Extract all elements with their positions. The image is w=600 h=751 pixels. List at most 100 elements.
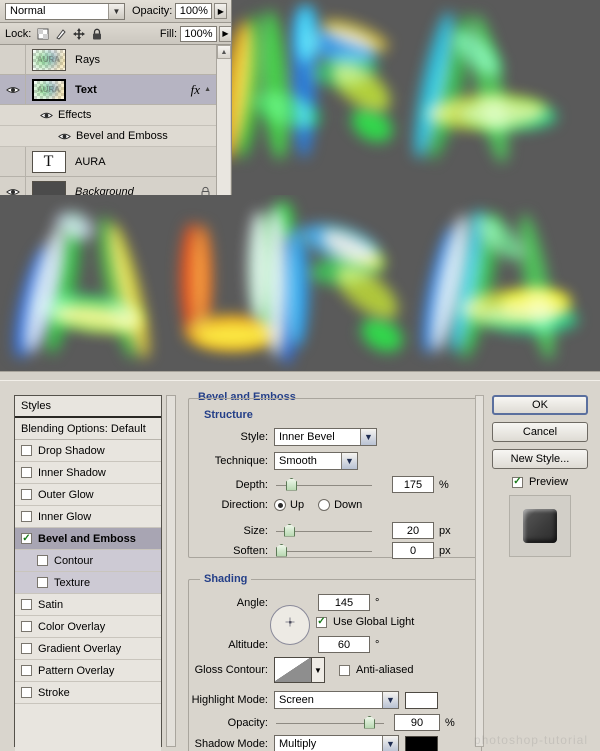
visibility-toggle-aura[interactable] <box>0 147 26 176</box>
highlight-opacity-input[interactable]: 90 <box>394 714 440 731</box>
style-item-inner-shadow[interactable]: Inner Shadow <box>15 462 161 484</box>
checkbox-satin[interactable] <box>21 599 32 610</box>
angle-input[interactable]: 145 <box>318 594 370 611</box>
checkbox-pattern-overlay[interactable] <box>21 665 32 676</box>
bevel-emboss-settings: Bevel and Emboss Structure Style: Inner … <box>184 395 486 747</box>
effects-label: Effects <box>53 109 91 121</box>
highlight-opacity-slider[interactable] <box>276 716 384 730</box>
soften-slider[interactable] <box>276 544 372 558</box>
fill-input[interactable]: 100% <box>180 26 217 42</box>
layer-row-rays[interactable]: AURA Rays <box>0 45 216 75</box>
use-global-light-row[interactable]: ✓ Use Global Light <box>316 616 414 628</box>
checkbox-color-overlay[interactable] <box>21 621 32 632</box>
direction-down-radio[interactable]: Down <box>318 499 362 511</box>
chevron-down-icon[interactable]: ▼ <box>108 4 124 19</box>
checkbox-outer-glow[interactable] <box>21 489 32 500</box>
size-input[interactable]: 20 <box>392 522 434 539</box>
visibility-toggle-background[interactable] <box>0 177 26 195</box>
visibility-toggle-rays[interactable] <box>0 45 26 74</box>
style-item-color-overlay[interactable]: Color Overlay <box>15 616 161 638</box>
layer-effects-row[interactable]: Effects <box>0 105 216 126</box>
style-item-contour[interactable]: Contour <box>15 550 161 572</box>
checkbox-inner-glow[interactable] <box>21 511 32 522</box>
chevron-down-icon[interactable]: ▼ <box>360 429 376 445</box>
size-slider[interactable] <box>276 524 372 538</box>
layer-thumbnail-text[interactable]: AURA <box>26 79 71 101</box>
chevron-down-icon[interactable]: ▼ <box>382 736 398 751</box>
checkbox-inner-shadow[interactable] <box>21 467 32 478</box>
layer-row-aura[interactable]: T AURA <box>0 147 216 177</box>
style-item-inner-glow[interactable]: Inner Glow <box>15 506 161 528</box>
preview-row[interactable]: ✓ Preview <box>492 476 588 488</box>
settings-scrollbar[interactable] <box>475 395 484 747</box>
new-style-button[interactable]: New Style... <box>492 449 588 469</box>
lock-transparent-pixels-icon[interactable] <box>37 28 49 40</box>
style-item-gradient-overlay[interactable]: Gradient Overlay <box>15 638 161 660</box>
gloss-contour-preview[interactable] <box>274 657 312 683</box>
depth-input[interactable]: 175 <box>392 476 434 493</box>
layer-row-background[interactable]: Background <box>0 177 216 195</box>
blending-options-item[interactable]: Blending Options: Default <box>15 418 161 440</box>
scroll-up-arrow-icon[interactable]: ▲ <box>217 45 231 59</box>
checkbox-preview[interactable]: ✓ <box>512 477 523 488</box>
highlight-color-swatch[interactable] <box>405 692 438 709</box>
highlight-mode-select[interactable]: Screen ▼ <box>274 691 399 709</box>
lock-image-pixels-icon[interactable] <box>55 28 67 40</box>
eye-icon[interactable] <box>58 132 71 141</box>
ok-button[interactable]: OK <box>492 395 588 415</box>
depth-slider[interactable] <box>276 478 372 492</box>
lock-all-icon[interactable] <box>91 28 103 40</box>
layers-scrollbar[interactable]: ▲ <box>216 45 230 195</box>
gloss-contour-picker[interactable]: ▼ <box>274 657 325 683</box>
layer-thumbnail-rays[interactable]: AURA <box>26 49 71 71</box>
checkbox-use-global-light[interactable]: ✓ <box>316 617 327 628</box>
lock-position-icon[interactable] <box>73 28 85 40</box>
direction-up-radio[interactable]: Up <box>274 499 304 511</box>
style-item-satin[interactable]: Satin <box>15 594 161 616</box>
bevel-style-select[interactable]: Inner Bevel ▼ <box>274 428 377 446</box>
layer-name-background: Background <box>71 186 134 196</box>
expand-effects-triangle-icon[interactable]: ▲ <box>204 86 211 93</box>
altitude-input[interactable]: 60 <box>318 636 370 653</box>
radio-down-icon[interactable] <box>318 499 330 511</box>
soften-input[interactable]: 0 <box>392 542 434 559</box>
checkbox-bevel-and-emboss[interactable]: ✓ <box>21 533 32 544</box>
checkbox-stroke[interactable] <box>21 687 32 698</box>
layer-row-text[interactable]: AURA Text fx ▲ <box>0 75 216 105</box>
style-item-pattern-overlay[interactable]: Pattern Overlay <box>15 660 161 682</box>
checkbox-drop-shadow[interactable] <box>21 445 32 456</box>
chevron-down-icon[interactable]: ▼ <box>312 657 325 683</box>
layer-opacity-input[interactable]: 100% <box>175 3 212 19</box>
eye-icon[interactable] <box>40 111 53 120</box>
document-canvas-main[interactable] <box>0 195 600 371</box>
style-item-outer-glow[interactable]: Outer Glow <box>15 484 161 506</box>
checkbox-anti-aliased[interactable] <box>339 665 350 676</box>
checkbox-gradient-overlay[interactable] <box>21 643 32 654</box>
chevron-down-icon[interactable]: ▼ <box>382 692 398 708</box>
style-item-drop-shadow[interactable]: Drop Shadow <box>15 440 161 462</box>
altitude-unit: ° <box>375 639 379 651</box>
technique-select[interactable]: Smooth ▼ <box>274 452 358 470</box>
fx-icon[interactable]: fx <box>191 82 200 98</box>
fill-stepper[interactable]: ▶ <box>219 26 232 42</box>
cancel-button[interactable]: Cancel <box>492 422 588 442</box>
highlight-opacity-label: Opacity: <box>194 717 268 729</box>
checkbox-texture[interactable] <box>37 577 48 588</box>
chevron-down-icon[interactable]: ▼ <box>341 453 357 469</box>
radio-up-icon[interactable] <box>274 499 286 511</box>
layer-thumbnail-aura[interactable]: T <box>26 151 71 173</box>
style-item-stroke[interactable]: Stroke <box>15 682 161 704</box>
checkbox-contour[interactable] <box>37 555 48 566</box>
layer-effect-bevel-emboss-row[interactable]: Bevel and Emboss <box>0 126 216 147</box>
layer-opacity-stepper[interactable]: ▶ <box>214 3 227 19</box>
shadow-color-swatch[interactable] <box>405 736 438 751</box>
styles-list-scrollbar[interactable] <box>166 395 176 747</box>
style-item-bevel-and-emboss[interactable]: ✓ Bevel and Emboss <box>15 528 161 550</box>
blend-mode-select[interactable]: Normal ▼ <box>5 3 125 20</box>
style-item-texture[interactable]: Texture <box>15 572 161 594</box>
document-canvas-top[interactable] <box>232 0 600 195</box>
visibility-toggle-text[interactable] <box>0 75 26 104</box>
anti-aliased-row[interactable]: Anti-aliased <box>339 664 413 676</box>
layer-thumbnail-background[interactable] <box>26 181 71 196</box>
shadow-mode-select[interactable]: Multiply ▼ <box>274 735 399 751</box>
